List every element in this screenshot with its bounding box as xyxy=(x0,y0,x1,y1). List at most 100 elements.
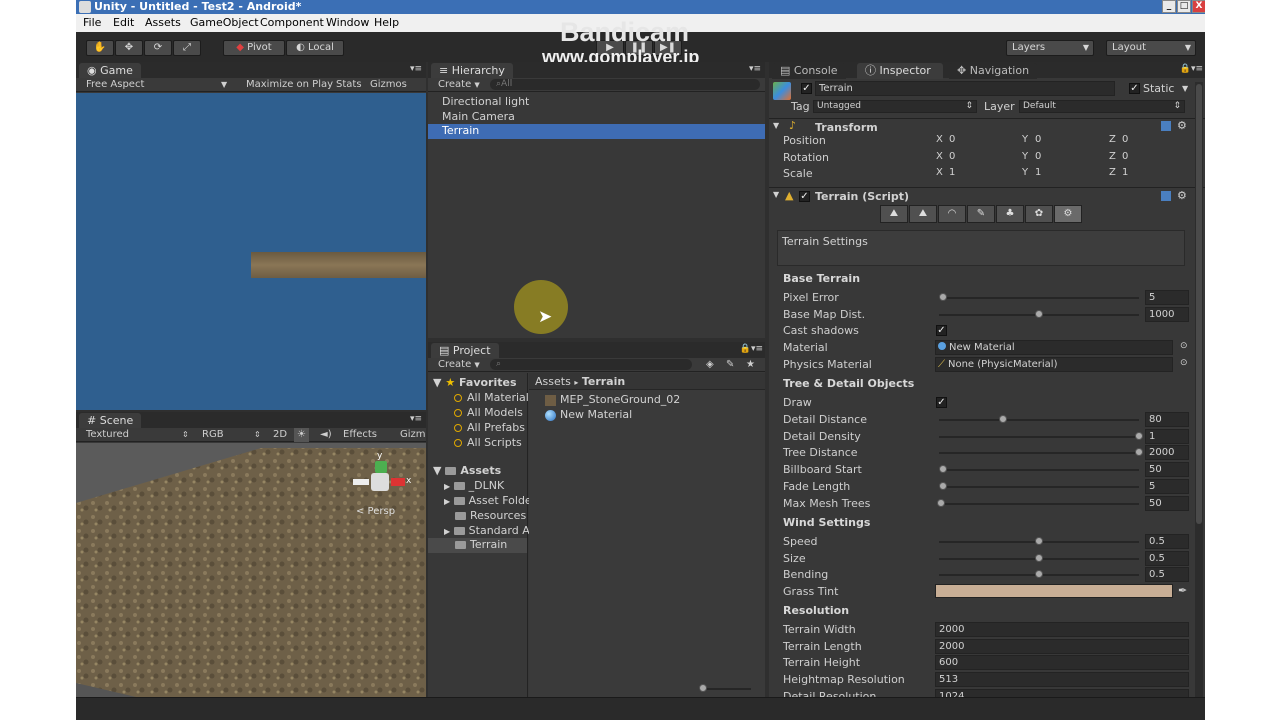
slider-knob[interactable] xyxy=(939,465,947,474)
game-viewport[interactable] xyxy=(76,93,426,410)
audio-toggle-icon[interactable]: ◄) xyxy=(320,428,332,442)
panel-menu-icon[interactable]: ▾≡ xyxy=(410,64,422,74)
menu-gameobject[interactable]: GameObject xyxy=(190,14,259,32)
stats-toggle[interactable]: Stats xyxy=(336,78,362,92)
scale-y-field[interactable]: 1 xyxy=(1032,166,1108,181)
lock-icon[interactable]: 🔒 xyxy=(1180,64,1191,74)
rotate-tool-button[interactable]: ⟳ xyxy=(144,40,172,56)
draw-checkbox[interactable]: ✓ xyxy=(936,397,947,408)
scene-orientation-gizmo[interactable]: y x < Persp xyxy=(351,451,411,517)
hand-tool-button[interactable]: ✋ xyxy=(86,40,114,56)
gizmos-dropdown[interactable]: Gizmos xyxy=(370,78,407,92)
resolution-value-field[interactable]: 513 xyxy=(935,672,1189,688)
filter-label-icon[interactable]: ✎ xyxy=(726,358,734,372)
breadcrumb-terrain[interactable]: Terrain xyxy=(582,375,625,388)
project-create-button[interactable]: Create ▼ xyxy=(438,358,480,372)
slider-value-field[interactable]: 0.5 xyxy=(1145,534,1189,549)
raise-terrain-tool[interactable]: ⛰ xyxy=(880,205,908,223)
tab-hierarchy[interactable]: ≡ Hierarchy xyxy=(431,63,513,79)
layers-dropdown[interactable]: Layers ▼ xyxy=(1006,40,1094,56)
local-toggle[interactable]: ◐ Local xyxy=(286,40,344,56)
file-item[interactable]: MEP_StoneGround_02 xyxy=(545,393,680,406)
slider-track[interactable] xyxy=(939,469,1139,472)
maximize-button[interactable]: □ xyxy=(1177,0,1191,13)
chevron-down-icon[interactable]: ▼ xyxy=(1182,84,1188,93)
asset-folder-item[interactable]: ▶ Standard A xyxy=(444,524,530,537)
filter-type-icon[interactable]: ◈ xyxy=(706,358,714,372)
rotation-x-field[interactable]: 0 xyxy=(946,150,1022,165)
pixel-error-field[interactable]: 5 xyxy=(1145,290,1189,305)
active-checkbox[interactable]: ✓ xyxy=(801,83,812,94)
tab-console[interactable]: ▤ Console xyxy=(772,63,846,79)
favorite-star-icon[interactable]: ★ xyxy=(746,358,755,372)
tab-inspector[interactable]: ⓘ Inspector xyxy=(857,63,943,79)
tab-scene[interactable]: # Scene xyxy=(79,413,142,429)
place-trees-tool[interactable]: ♣ xyxy=(996,205,1024,223)
position-x-field[interactable]: 0 xyxy=(946,133,1022,148)
slider-knob[interactable] xyxy=(1035,570,1043,579)
position-z-field[interactable]: 0 xyxy=(1119,133,1195,148)
slider-value-field[interactable]: 2000 xyxy=(1145,445,1189,461)
terrain-settings-tool[interactable]: ⚙ xyxy=(1054,205,1082,223)
slider-knob[interactable] xyxy=(1035,553,1043,562)
static-checkbox[interactable]: ✓ xyxy=(1129,83,1140,94)
minimize-button[interactable]: _ xyxy=(1162,0,1176,13)
slider-value-field[interactable]: 50 xyxy=(1145,462,1189,478)
scene-viewport[interactable]: y x < Persp xyxy=(76,443,426,697)
eyedropper-icon[interactable]: ✒ xyxy=(1178,584,1187,597)
slider-track[interactable] xyxy=(939,419,1139,421)
layer-dropdown[interactable]: Default ⇕ xyxy=(1019,100,1185,113)
smooth-height-tool[interactable]: ◠ xyxy=(938,205,966,223)
breadcrumb-assets[interactable]: Assets xyxy=(535,375,571,388)
icon-size-slider-knob[interactable] xyxy=(699,684,707,692)
asset-folder-item[interactable]: Resources xyxy=(455,509,526,522)
hierarchy-search-input[interactable]: ⌕All xyxy=(490,79,760,90)
slider-track[interactable] xyxy=(939,502,1139,505)
slider-track[interactable] xyxy=(939,435,1139,438)
favorite-item[interactable]: All Scripts xyxy=(454,436,522,449)
menu-help[interactable]: Help xyxy=(374,14,399,32)
scale-z-field[interactable]: 1 xyxy=(1119,166,1195,181)
favorites-header[interactable]: ▼ ★ Favorites xyxy=(433,376,517,389)
terrain-script-header[interactable]: ▼ ▲ ✓ Terrain (Script) ⚙ xyxy=(769,187,1205,204)
menu-file[interactable]: File xyxy=(83,14,101,32)
paint-texture-tool[interactable]: ✎ xyxy=(967,205,995,223)
slider-value-field[interactable]: 1 xyxy=(1145,428,1189,444)
panel-menu-icon[interactable]: ▾≡ xyxy=(749,64,761,74)
asset-folder-item[interactable]: ▶ _DLNK xyxy=(444,479,504,492)
resolution-value-field[interactable]: 600 xyxy=(935,655,1189,671)
inspector-scrollbar-thumb[interactable] xyxy=(1196,84,1202,524)
rotation-z-field[interactable]: 0 xyxy=(1119,150,1195,165)
gear-icon[interactable]: ⚙ xyxy=(1177,189,1187,202)
slider-value-field[interactable]: 50 xyxy=(1145,495,1189,511)
resolution-value-field[interactable]: 1024 xyxy=(935,688,1189,697)
slider-knob[interactable] xyxy=(999,415,1007,423)
tag-dropdown[interactable]: Untagged ⇕ xyxy=(813,100,977,113)
menu-component[interactable]: Component xyxy=(260,14,324,32)
asset-folder-item[interactable]: ▶ Asset Folde xyxy=(444,494,532,507)
help-book-icon[interactable] xyxy=(1161,191,1171,201)
2d-toggle[interactable]: 2D xyxy=(273,428,287,442)
grass-tint-color-field[interactable] xyxy=(935,584,1173,598)
hierarchy-item-selected[interactable]: Terrain xyxy=(428,124,765,139)
slider-track[interactable] xyxy=(939,452,1139,455)
menu-window[interactable]: Window xyxy=(326,14,369,32)
gear-icon[interactable]: ⚙ xyxy=(1177,119,1187,132)
tab-project[interactable]: ▤ Project xyxy=(431,343,499,359)
slider-value-field[interactable]: 5 xyxy=(1145,478,1189,494)
layout-dropdown[interactable]: Layout ▼ xyxy=(1106,40,1196,56)
aspect-dropdown[interactable]: Free Aspect xyxy=(86,78,144,92)
slider-track[interactable] xyxy=(939,485,1139,488)
base-map-dist-slider-knob[interactable] xyxy=(1035,310,1043,318)
menu-assets[interactable]: Assets xyxy=(145,14,181,32)
slider-value-field[interactable]: 0.5 xyxy=(1145,550,1189,566)
asset-folder-item-selected[interactable]: Terrain xyxy=(428,538,527,553)
slider-value-field[interactable]: 80 xyxy=(1145,412,1189,427)
base-map-dist-field[interactable]: 1000 xyxy=(1145,307,1189,322)
object-name-field[interactable]: Terrain xyxy=(815,81,1115,96)
favorite-item[interactable]: All Material xyxy=(454,391,529,404)
resolution-value-field[interactable]: 2000 xyxy=(935,638,1189,654)
favorite-item[interactable]: All Models xyxy=(454,406,523,419)
help-book-icon[interactable] xyxy=(1161,121,1171,131)
object-picker-icon[interactable]: ⊙ xyxy=(1180,358,1188,368)
